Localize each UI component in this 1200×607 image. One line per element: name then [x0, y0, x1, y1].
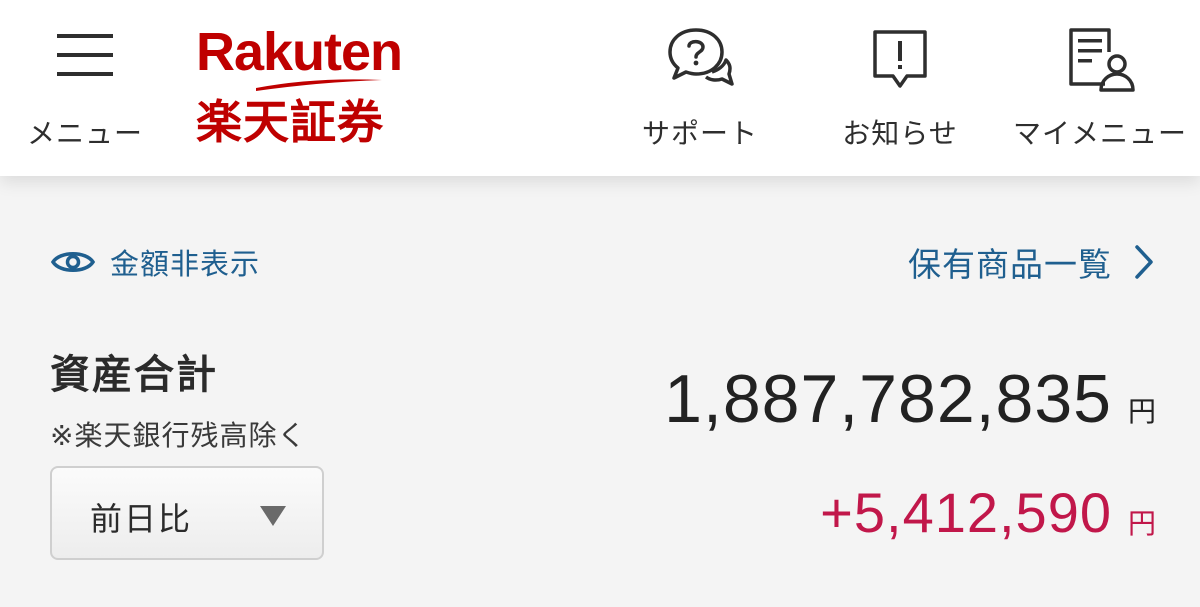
hamburger-icon [57, 34, 113, 76]
rakuten-logo[interactable]: Rakuten 楽天証券 [196, 22, 436, 152]
menu-label: メニュー [26, 117, 143, 150]
notice-button[interactable]: お知らせ [830, 0, 970, 176]
hide-amount-label: 金額非表示 [110, 247, 261, 281]
support-button[interactable]: サポート [630, 0, 770, 176]
menu-button[interactable]: メニュー [20, 0, 150, 176]
chevron-right-icon [1135, 245, 1153, 279]
daily-change-unit: 円 [1128, 507, 1157, 540]
comparison-select-value: 前日比 [90, 500, 193, 538]
logo-wordmark: Rakuten [196, 22, 403, 82]
exclamation-bubble-icon [873, 30, 927, 88]
logo-brand-name: 楽天証券 [196, 95, 384, 149]
total-asset-amount: 1,887,782,835 [664, 361, 1112, 437]
support-label: サポート [641, 117, 758, 150]
notice-label: お知らせ [842, 117, 958, 150]
asset-summary: 金額非表示 保有商品一覧 資産合計 ※楽天銀行残高除く 前日比 1,887,78… [0, 176, 1200, 607]
comparison-period-select[interactable]: 前日比 [50, 466, 324, 560]
mymenu-button[interactable]: マイメニュー [1005, 0, 1195, 176]
document-user-icon [1069, 28, 1135, 92]
asset-total-note: ※楽天銀行残高除く [50, 419, 307, 452]
question-chat-icon [668, 28, 734, 86]
app-header: メニュー Rakuten 楽天証券 サポート お知らせ マイメニュー [0, 0, 1200, 176]
mymenu-label: マイメニュー [1012, 117, 1187, 150]
hide-amount-toggle[interactable]: 金額非表示 [50, 240, 260, 284]
logo-swoosh-icon [256, 79, 382, 91]
total-asset-unit: 円 [1128, 395, 1157, 428]
holdings-link-label: 保有商品一覧 [908, 245, 1112, 284]
eye-icon [50, 252, 96, 272]
holdings-list-link[interactable]: 保有商品一覧 [908, 240, 1154, 284]
daily-change-amount: +5,412,590 [820, 481, 1112, 544]
triangle-down-icon [260, 506, 286, 526]
asset-total-title: 資産合計 [50, 352, 218, 398]
